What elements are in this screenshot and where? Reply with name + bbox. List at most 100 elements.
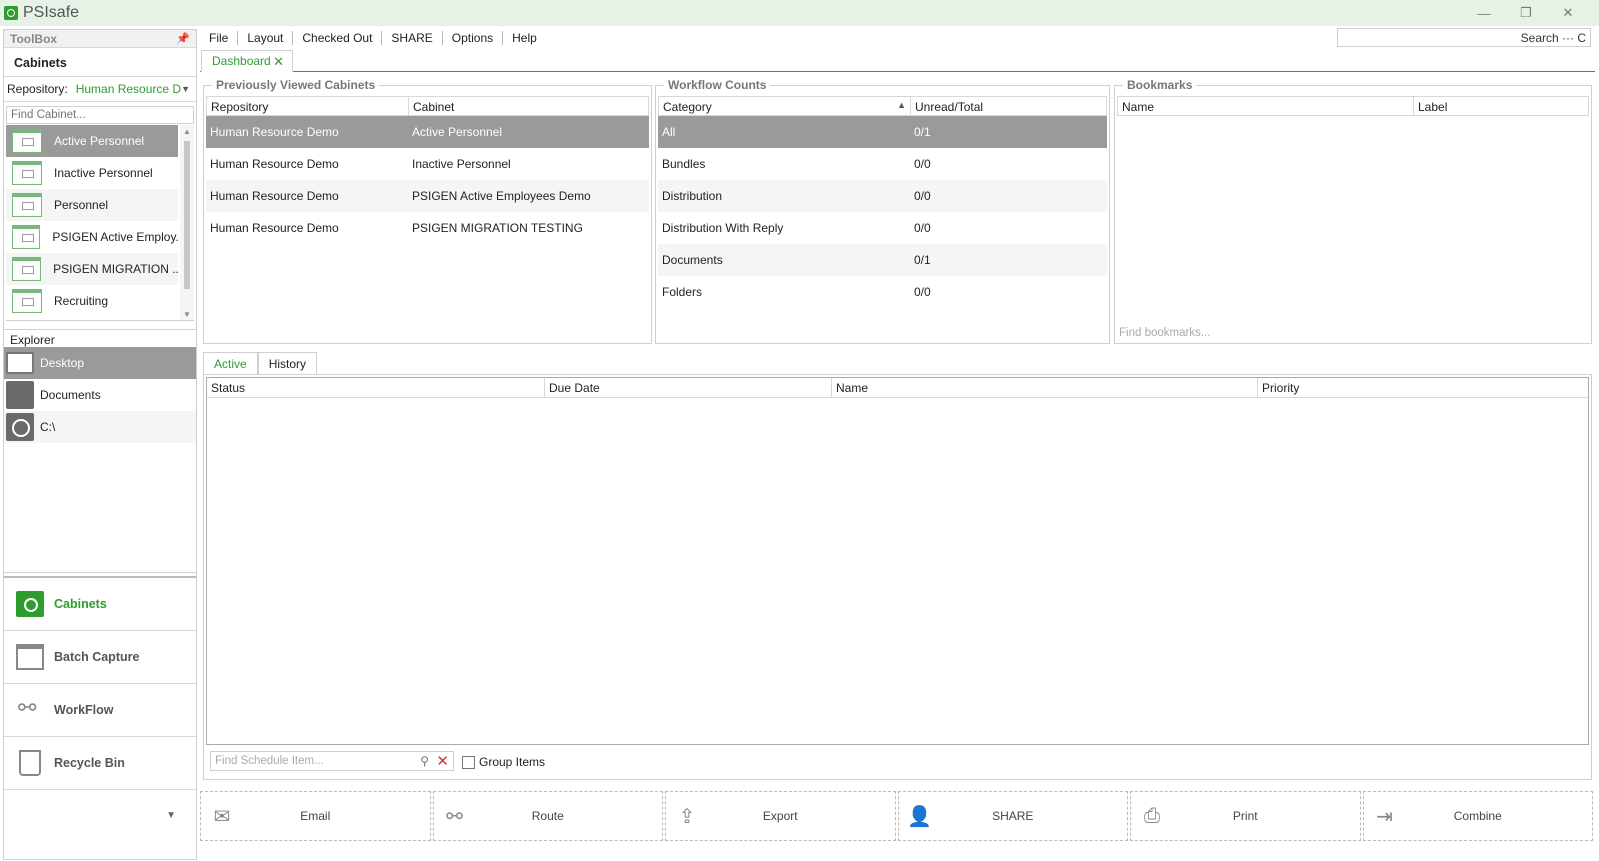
cabinet-item[interactable]: Recruiting	[6, 285, 178, 317]
nav-workflow-button[interactable]: WorkFlow	[4, 684, 196, 737]
explorer-item-label: Desktop	[40, 356, 85, 370]
table-row[interactable]: Human Resource Demo Inactive Personnel	[206, 148, 649, 180]
chevron-down-icon[interactable]: ▼	[166, 810, 176, 821]
cabinet-item[interactable]: Personnel	[6, 189, 178, 221]
table-row[interactable]: Folders 0/0	[658, 276, 1107, 308]
app-title: PSIsafe	[23, 4, 80, 21]
action-label: Export	[762, 809, 798, 823]
route-button[interactable]: ⚯ Route	[432, 791, 663, 841]
email-button[interactable]: ✉ Email	[200, 791, 431, 841]
search-input[interactable]: Search ··· C	[1337, 28, 1591, 47]
workflow-icon	[16, 695, 44, 723]
grid-body: All 0/1 Bundles 0/0 Distribution 0/0 Dis…	[658, 116, 1107, 308]
cabinet-icon	[16, 591, 44, 617]
find-bookmarks-input[interactable]: Find bookmarks...	[1119, 327, 1210, 339]
column-header-category[interactable]: Category ▲	[659, 97, 911, 115]
combine-button[interactable]: ⇥ Combine	[1362, 791, 1593, 841]
chevron-down-icon[interactable]: ▼	[181, 84, 190, 94]
column-header-label[interactable]: Label	[1414, 97, 1588, 115]
menu-options[interactable]: Options	[443, 31, 504, 45]
menu-help[interactable]: Help	[503, 31, 546, 45]
nav-recycle-bin-button[interactable]: Recycle Bin	[4, 737, 196, 790]
explorer-panel: Explorer Desktop Documents C:\	[4, 329, 196, 573]
column-header-due-date[interactable]: Due Date	[545, 378, 832, 397]
table-row[interactable]: Bundles 0/0	[658, 148, 1107, 180]
cabinet-item[interactable]: PSIGEN MIGRATION ...	[6, 253, 178, 285]
clear-icon[interactable]: ✕	[436, 752, 449, 770]
menu-layout[interactable]: Layout	[238, 31, 294, 45]
cell-count: 0/0	[914, 157, 931, 171]
cabinet-scrollbar[interactable]: ▲ ▼	[180, 125, 194, 320]
workflow-counts-panel: Workflow Counts Category ▲ Unread/Total …	[655, 78, 1110, 344]
nav-label: Cabinets	[54, 597, 107, 611]
table-row[interactable]: Human Resource Demo PSIGEN MIGRATION TES…	[206, 212, 649, 244]
nav-cabinets-button[interactable]: Cabinets	[4, 578, 196, 631]
scroll-down-icon[interactable]: ▼	[180, 310, 194, 319]
panel-title: Workflow Counts	[664, 78, 771, 92]
cell-repository: Human Resource Demo	[210, 221, 339, 235]
cabinet-list: Active Personnel Inactive Personnel Pers…	[6, 125, 194, 321]
action-bar: ✉ Email ⚯ Route ⇪ Export 👤 SHARE ⎙ Print…	[200, 791, 1595, 841]
group-items-label: Group Items	[479, 755, 546, 769]
menu-file[interactable]: File	[200, 31, 239, 45]
cabinet-item[interactable]: Inactive Personnel	[6, 157, 178, 189]
table-row[interactable]: All 0/1	[658, 116, 1107, 148]
find-schedule-input[interactable]: Find Schedule Item... ⚲ ✕	[210, 751, 454, 771]
nav-overflow[interactable]: ▼	[4, 790, 196, 840]
app-logo-icon	[4, 6, 18, 20]
search-label: Search ··· C	[1520, 30, 1586, 45]
group-items-checkbox[interactable]	[462, 755, 475, 769]
search-icon[interactable]: ⚲	[420, 754, 429, 768]
explorer-item-drive[interactable]: C:\	[4, 411, 196, 443]
grid-header: Category ▲ Unread/Total	[658, 96, 1107, 116]
column-header-repository[interactable]: Repository	[207, 97, 409, 115]
table-row[interactable]: Distribution With Reply 0/0	[658, 212, 1107, 244]
repository-selector[interactable]: Repository: Human Resource De... ▼	[4, 76, 196, 102]
tab-dashboard[interactable]: Dashboard ✕	[201, 50, 293, 72]
schedule-tabs: Active History	[203, 352, 318, 375]
column-header-name[interactable]: Name	[1118, 97, 1414, 115]
tab-active[interactable]: Active	[203, 352, 258, 375]
toolbox-nav: Cabinets Batch Capture WorkFlow Recycle …	[4, 576, 196, 840]
close-icon[interactable]: ✕	[273, 54, 284, 70]
column-header-cabinet[interactable]: Cabinet	[409, 97, 648, 115]
share-button[interactable]: 👤 SHARE	[897, 791, 1128, 841]
table-row[interactable]: Human Resource Demo Active Personnel	[206, 116, 649, 148]
scroll-up-icon[interactable]: ▲	[180, 127, 194, 136]
nav-batch-capture-button[interactable]: Batch Capture	[4, 631, 196, 684]
column-header-unread-total[interactable]: Unread/Total	[911, 97, 1106, 115]
find-cabinet-input[interactable]	[6, 106, 194, 124]
toolbox-panel: ToolBox 📌 Cabinets Repository: Human Res…	[3, 29, 197, 860]
menu-share[interactable]: SHARE	[382, 31, 443, 45]
column-header-priority[interactable]: Priority	[1258, 378, 1588, 397]
minimize-button[interactable]: —	[1463, 0, 1505, 26]
column-header-status[interactable]: Status	[207, 378, 545, 397]
explorer-title: Explorer	[4, 329, 196, 347]
nav-label: Batch Capture	[54, 650, 140, 664]
schedule-panel: Status Due Date Name Priority Find Sched…	[203, 374, 1592, 780]
table-row[interactable]: Human Resource Demo PSIGEN Active Employ…	[206, 180, 649, 212]
export-button[interactable]: ⇪ Export	[665, 791, 896, 841]
action-label: Combine	[1453, 809, 1502, 823]
cell-count: 0/0	[914, 221, 931, 235]
explorer-item-desktop[interactable]: Desktop	[4, 347, 196, 379]
menu-checked-out[interactable]: Checked Out	[293, 31, 383, 45]
repository-label: Repository:	[7, 82, 68, 96]
cabinet-item[interactable]: PSIGEN Active Employ...	[6, 221, 178, 253]
column-header-name[interactable]: Name	[832, 378, 1258, 397]
scrollbar-thumb[interactable]	[184, 141, 190, 289]
group-items-toggle[interactable]: Group Items	[462, 755, 545, 769]
schedule-grid: Status Due Date Name Priority	[206, 377, 1589, 745]
cabinet-item[interactable]: Active Personnel	[6, 125, 178, 157]
table-row[interactable]: Documents 0/1	[658, 244, 1107, 276]
restore-button[interactable]: ❐	[1505, 0, 1547, 26]
print-button[interactable]: ⎙ Print	[1130, 791, 1361, 841]
close-button[interactable]: ✕	[1547, 0, 1589, 26]
pin-icon[interactable]: 📌	[176, 32, 190, 45]
explorer-item-documents[interactable]: Documents	[4, 379, 196, 411]
panel-title: Previously Viewed Cabinets	[212, 78, 380, 92]
tab-history[interactable]: History	[257, 352, 318, 375]
explorer-item-label: Documents	[40, 388, 101, 402]
table-row[interactable]: Distribution 0/0	[658, 180, 1107, 212]
toolbox-header: ToolBox 📌	[4, 30, 196, 48]
